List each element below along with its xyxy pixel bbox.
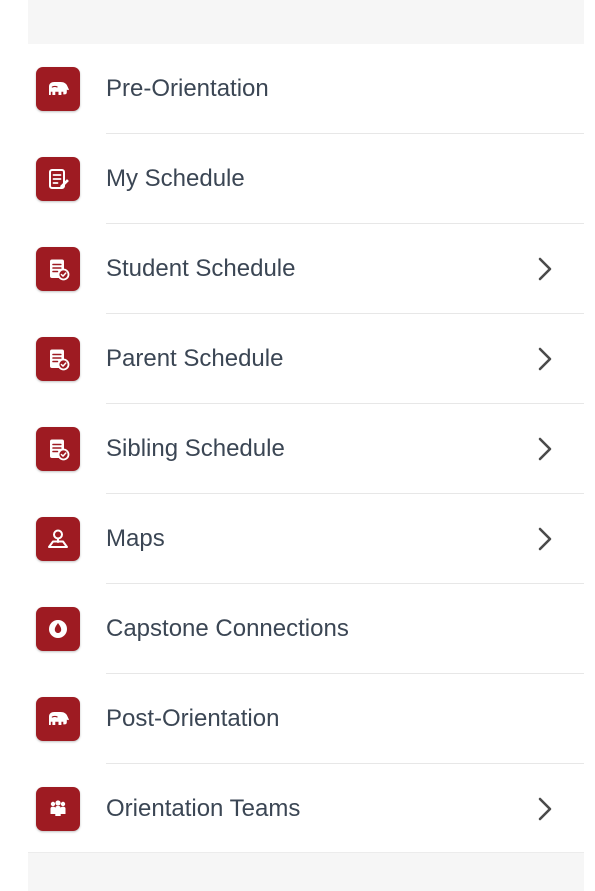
menu-item-label: Parent Schedule bbox=[106, 345, 284, 372]
menu-item-capstone-connections[interactable]: Capstone Connections bbox=[28, 584, 584, 674]
menu-item-label: My Schedule bbox=[106, 165, 245, 192]
schedule-badge-icon bbox=[36, 427, 80, 471]
menu-item-label: Sibling Schedule bbox=[106, 435, 285, 462]
schedule-badge-icon bbox=[36, 247, 80, 291]
team-icon bbox=[36, 787, 80, 831]
menu-item-maps[interactable]: Maps bbox=[28, 494, 584, 584]
map-pin-icon bbox=[36, 517, 80, 561]
top-band bbox=[28, 0, 584, 45]
menu-item-label: Capstone Connections bbox=[106, 615, 349, 642]
elephant-icon bbox=[36, 697, 80, 741]
menu-item-sibling-schedule[interactable]: Sibling Schedule bbox=[28, 404, 584, 494]
menu-item-parent-schedule[interactable]: Parent Schedule bbox=[28, 314, 584, 404]
app-screen: Pre-Orientation My Schedule Student Sche… bbox=[0, 0, 595, 891]
drop-icon bbox=[36, 607, 80, 651]
menu-item-label: Pre-Orientation bbox=[106, 75, 269, 102]
menu-item-label: Post-Orientation bbox=[106, 705, 280, 732]
menu-item-my-schedule[interactable]: My Schedule bbox=[28, 134, 584, 224]
menu-item-student-schedule[interactable]: Student Schedule bbox=[28, 224, 584, 314]
menu-item-post-orientation[interactable]: Post-Orientation bbox=[28, 674, 584, 764]
menu-item-orientation-teams[interactable]: Orientation Teams bbox=[28, 764, 584, 854]
menu-item-label: Student Schedule bbox=[106, 255, 296, 282]
chevron-right-icon bbox=[532, 526, 558, 552]
chevron-right-icon bbox=[532, 256, 558, 282]
menu-item-pre-orientation[interactable]: Pre-Orientation bbox=[28, 44, 584, 134]
orientation-menu: Pre-Orientation My Schedule Student Sche… bbox=[28, 44, 584, 854]
menu-item-label: Maps bbox=[106, 525, 165, 552]
chevron-right-icon bbox=[532, 796, 558, 822]
menu-item-label: Orientation Teams bbox=[106, 795, 301, 822]
schedule-badge-icon bbox=[36, 337, 80, 381]
chevron-right-icon bbox=[532, 436, 558, 462]
chevron-right-icon bbox=[532, 346, 558, 372]
elephant-icon bbox=[36, 67, 80, 111]
schedule-icon bbox=[36, 157, 80, 201]
bottom-band bbox=[28, 852, 584, 891]
